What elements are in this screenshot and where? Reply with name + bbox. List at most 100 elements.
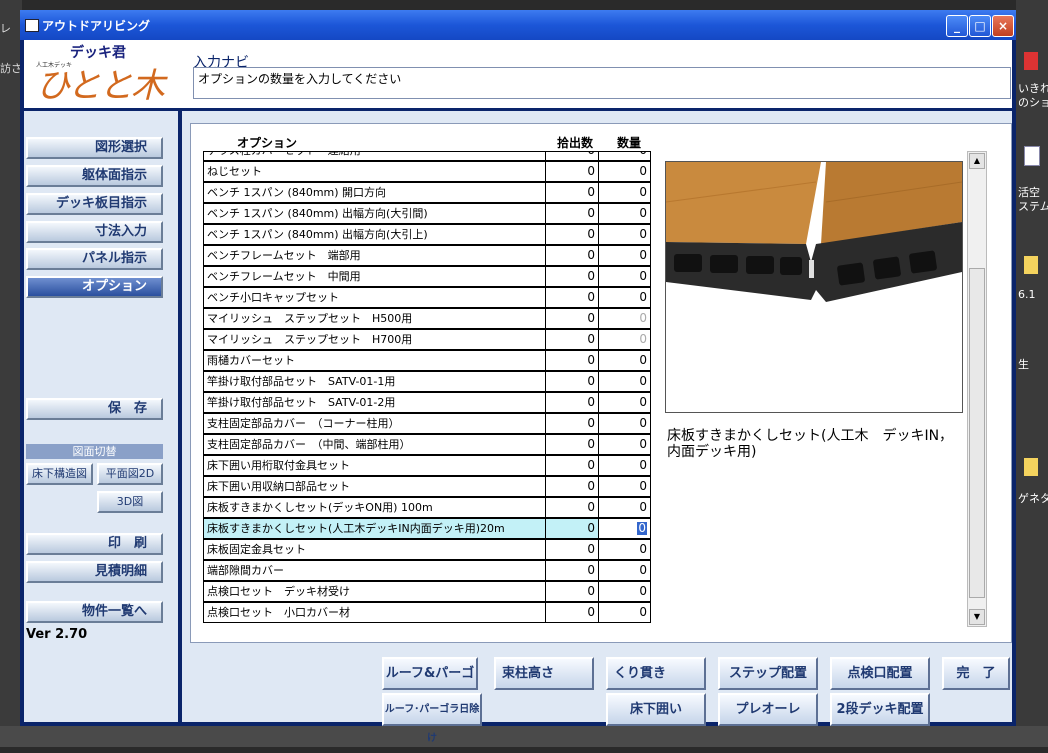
desktop-folder-icon[interactable] xyxy=(1024,458,1038,476)
close-button[interactable]: × xyxy=(992,15,1014,37)
desktop-app-icon[interactable] xyxy=(1024,52,1038,70)
complete-button[interactable]: 完 了 xyxy=(942,657,1010,690)
maximize-button[interactable]: □ xyxy=(969,15,991,37)
quantity-input[interactable]: 0 xyxy=(599,152,651,161)
quantity-input[interactable]: 0 xyxy=(599,392,651,413)
print-button[interactable]: 印 刷 xyxy=(26,533,163,555)
view-3d-button[interactable]: 3D図 xyxy=(97,491,163,513)
sidebar-button-shape-select[interactable]: 図形選択 xyxy=(26,137,163,159)
scroll-down-icon[interactable]: ▼ xyxy=(969,609,985,625)
save-button[interactable]: 保 存 xyxy=(26,398,163,420)
cutout-button[interactable]: くり貫き xyxy=(606,657,706,690)
table-row[interactable]: 支柱固定部品カバー （コーナー柱用） 0 0 xyxy=(203,413,651,434)
table-row[interactable]: マイリッシュ ステップセット H700用 0 0 xyxy=(203,329,651,350)
table-row[interactable]: 床板すきまかくしセット(人工木デッキIN内面デッキ用)20m 0 0 xyxy=(203,518,651,539)
table-row[interactable]: ベンチ 1スパン (840mm) 出幅方向(大引間) 0 0 xyxy=(203,203,651,224)
table-row[interactable]: ベンチ 1スパン (840mm) 開口方向 0 0 xyxy=(203,182,651,203)
table-row[interactable]: 床下囲い用桁取付金具セット 0 0 xyxy=(203,455,651,476)
table-row[interactable]: 支柱固定部品カバー （中間、端部柱用） 0 0 xyxy=(203,434,651,455)
pick-count: 0 xyxy=(546,161,599,182)
underfloor-enclosure-button[interactable]: 床下囲い xyxy=(606,693,706,726)
quantity-input[interactable]: 0 xyxy=(599,497,651,518)
quantity-input[interactable]: 0 xyxy=(599,266,651,287)
table-row[interactable]: ベンチ 1スパン (840mm) 出幅方向(大引上) 0 0 xyxy=(203,224,651,245)
pick-count: 0 xyxy=(546,581,599,602)
quantity-input[interactable]: 0 xyxy=(599,182,651,203)
taskbar xyxy=(0,726,1048,747)
minimize-button[interactable]: _ xyxy=(946,15,968,37)
property-list-button[interactable]: 物件一覧へ xyxy=(26,601,163,623)
table-row[interactable]: 端部隙間カバー 0 0 xyxy=(203,560,651,581)
roof-pergola-button[interactable]: ルーフ&パーゴラ xyxy=(382,657,478,710)
quantity-input[interactable]: 0 xyxy=(599,560,651,581)
inspection-placement-button[interactable]: 点検口配置 xyxy=(830,657,930,690)
product-image xyxy=(665,161,963,413)
quantity-input[interactable]: 0 xyxy=(599,518,651,539)
table-row[interactable]: 点検口セット 小口カバー材 0 0 xyxy=(203,602,651,623)
quantity-input[interactable]: 0 xyxy=(599,539,651,560)
desktop-label: ゲネタ xyxy=(1018,492,1048,505)
quantity-input[interactable]: 0 xyxy=(599,329,651,350)
pergola-shade-button[interactable]: ルーフ･パーゴラ日除け xyxy=(382,693,482,744)
quantity-input[interactable]: 0 xyxy=(599,476,651,497)
table-row[interactable]: 竿掛け取付部品セット SATV-01-2用 0 0 xyxy=(203,392,651,413)
table-row[interactable]: 竿掛け取付部品セット SATV-01-1用 0 0 xyxy=(203,371,651,392)
pick-count: 0 xyxy=(546,434,599,455)
quantity-input[interactable]: 0 xyxy=(599,602,651,623)
step-placement-button[interactable]: ステップ配置 xyxy=(718,657,818,690)
quantity-selection[interactable]: 0 xyxy=(637,522,647,535)
table-row[interactable]: テラス柱カバーセット 連結用00 xyxy=(203,152,651,161)
two-level-deck-button[interactable]: 2段デッキ配置 xyxy=(830,693,930,726)
vertical-scrollbar[interactable]: ▲ ▼ xyxy=(967,151,987,627)
quantity-input[interactable]: 0 xyxy=(599,455,651,476)
quantity-input[interactable]: 0 xyxy=(599,371,651,392)
quantity-input[interactable]: 0 xyxy=(599,581,651,602)
pick-count: 0 xyxy=(546,602,599,623)
estimate-button[interactable]: 見積明細 xyxy=(26,561,163,583)
table-row[interactable]: ベンチ小口キャップセット 0 0 xyxy=(203,287,651,308)
quantity-input[interactable]: 0 xyxy=(599,245,651,266)
quantity-input[interactable]: 0 xyxy=(599,161,651,182)
table-row[interactable]: ねじセット 0 0 xyxy=(203,161,651,182)
logo: デッキ君 人工木デッキ ひとと木 xyxy=(32,42,177,106)
option-name: 竿掛け取付部品セット SATV-01-1用 xyxy=(203,371,546,392)
quantity-input[interactable]: 0 xyxy=(599,434,651,455)
desktop-document-icon[interactable] xyxy=(1024,146,1040,166)
table-row[interactable]: ベンチフレームセット 中間用 0 0 xyxy=(203,266,651,287)
plan-2d-button[interactable]: 平面図2D xyxy=(97,463,163,485)
sidebar-button-option[interactable]: オプション xyxy=(26,276,163,298)
pick-count: 0 xyxy=(546,329,599,350)
pick-count: 0 xyxy=(546,539,599,560)
scroll-thumb[interactable] xyxy=(969,268,985,598)
deck-board-image xyxy=(666,162,962,302)
quantity-input[interactable]: 0 xyxy=(599,224,651,245)
desktop-folder-icon[interactable] xyxy=(1024,256,1038,274)
table-row[interactable]: マイリッシュ ステップセット H500用 0 0 xyxy=(203,308,651,329)
table-row[interactable]: 床下囲い用収納口部品セット 0 0 xyxy=(203,476,651,497)
app-icon xyxy=(25,19,39,32)
floor-structure-button[interactable]: 床下構造図 xyxy=(26,463,93,485)
title-bar[interactable]: アウトドアリビング _ □ × xyxy=(20,10,1016,40)
option-name: ベンチ 1スパン (840mm) 出幅方向(大引間) xyxy=(203,203,546,224)
quantity-input[interactable]: 0 xyxy=(599,413,651,434)
sidebar: 図形選択 躯体面指示 デッキ板目指示 寸法入力 パネル指示 オプション 保 存 … xyxy=(24,111,178,722)
sidebar-button-deck-grain[interactable]: デッキ板目指示 xyxy=(26,193,163,215)
quantity-input[interactable]: 0 xyxy=(599,350,651,371)
sidebar-button-dimension[interactable]: 寸法入力 xyxy=(26,221,163,243)
quantity-input[interactable]: 0 xyxy=(599,308,651,329)
pick-count: 0 xyxy=(546,371,599,392)
desktop-label: レ xyxy=(0,22,11,35)
sidebar-button-panel[interactable]: パネル指示 xyxy=(26,248,163,270)
table-row[interactable]: ベンチフレームセット 端部用 0 0 xyxy=(203,245,651,266)
quantity-input[interactable]: 0 xyxy=(599,203,651,224)
post-height-button[interactable]: 束柱高さ xyxy=(494,657,594,690)
table-row[interactable]: 雨樋カバーセット 0 0 xyxy=(203,350,651,371)
quantity-input[interactable]: 0 xyxy=(599,287,651,308)
table-row[interactable]: 点検口セット デッキ材受け 0 0 xyxy=(203,581,651,602)
table-row[interactable]: 床板固定金具セット 0 0 xyxy=(203,539,651,560)
pick-count: 0 xyxy=(546,413,599,434)
scroll-up-icon[interactable]: ▲ xyxy=(969,153,985,169)
sidebar-button-body-face[interactable]: 躯体面指示 xyxy=(26,165,163,187)
table-row[interactable]: 床板すきまかくしセット(デッキON用) 100m 0 0 xyxy=(203,497,651,518)
preore-button[interactable]: プレオーレ xyxy=(718,693,818,726)
